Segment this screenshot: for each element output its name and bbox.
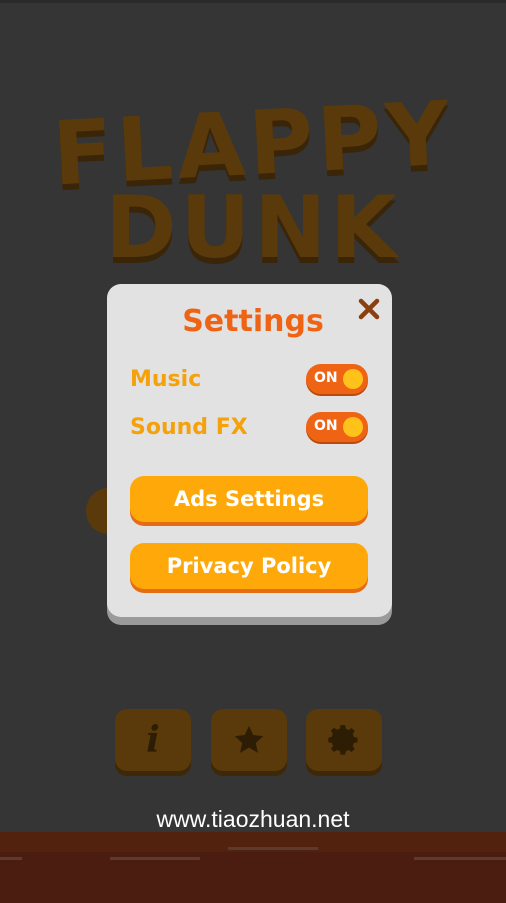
info-button: i bbox=[115, 709, 191, 771]
music-toggle-knob bbox=[343, 369, 363, 389]
settings-title: Settings bbox=[182, 304, 324, 339]
ground-stripe bbox=[0, 857, 22, 860]
ground-stripe bbox=[110, 857, 200, 860]
ground-stripe bbox=[414, 857, 506, 860]
music-toggle-state: ON bbox=[314, 370, 338, 386]
rate-button bbox=[211, 709, 287, 771]
star-icon bbox=[234, 725, 264, 753]
sound-fx-toggle[interactable]: ON bbox=[306, 412, 368, 442]
privacy-policy-button[interactable]: Privacy Policy bbox=[130, 543, 368, 589]
settings-button bbox=[306, 709, 382, 771]
music-toggle[interactable]: ON bbox=[306, 364, 368, 394]
info-icon: i bbox=[146, 719, 160, 761]
game-logo-line2: DUNK bbox=[105, 178, 401, 278]
sound-fx-toggle-state: ON bbox=[314, 418, 338, 434]
music-label: Music bbox=[130, 367, 202, 392]
close-button[interactable] bbox=[354, 294, 384, 324]
ads-settings-button[interactable]: Ads Settings bbox=[130, 476, 368, 522]
status-bar-edge bbox=[0, 0, 506, 3]
gear-icon bbox=[328, 725, 358, 755]
sound-fx-toggle-knob bbox=[343, 417, 363, 437]
ground-stripe bbox=[228, 847, 318, 850]
watermark: www.tiaozhuan.net bbox=[156, 806, 350, 832]
close-icon bbox=[358, 298, 380, 320]
sound-fx-label: Sound FX bbox=[130, 415, 248, 440]
